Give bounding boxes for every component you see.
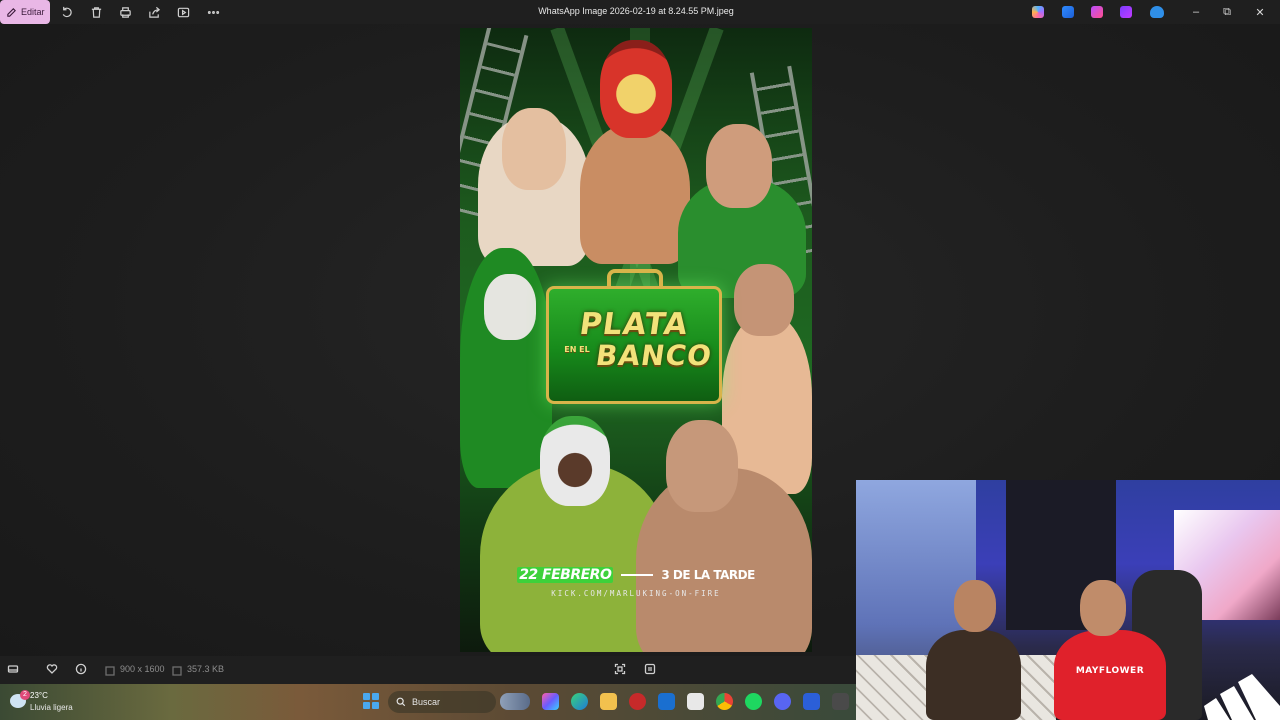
share-button[interactable]	[146, 4, 162, 20]
slideshow-button[interactable]	[175, 4, 191, 20]
luchador-mask	[600, 40, 672, 138]
actual-size-icon	[644, 663, 656, 675]
shirt-print: MAYFLOWER	[1075, 666, 1145, 676]
edit-label: Editar	[21, 7, 45, 17]
close-button[interactable]: ✕	[1251, 3, 1269, 21]
designer-icon[interactable]	[1091, 6, 1103, 18]
taskbar-search[interactable]: Buscar	[388, 691, 496, 713]
weather-temperature: 23°C	[30, 691, 48, 700]
widgets-icon[interactable]	[500, 693, 530, 710]
wrestler-face	[706, 124, 772, 208]
briefcase-handle	[607, 269, 663, 289]
rotate-icon	[62, 6, 72, 17]
webcam-overlay: MAYFLOWER	[856, 480, 1280, 720]
fit-to-window-button[interactable]	[614, 662, 628, 676]
rotate-button[interactable]	[58, 4, 74, 20]
event-url: KICK.COM/MARLUKING-ON-FIRE	[551, 589, 721, 598]
window-title: WhatsApp Image 2026-02-19 at 8.24.55 PM.…	[538, 6, 734, 16]
briefcase-logo: PLATA EN EL BANCO	[546, 269, 722, 404]
restore-button[interactable]: ⧉	[1218, 3, 1236, 21]
edge-icon[interactable]	[571, 693, 588, 710]
search-icon	[396, 697, 406, 707]
start-button[interactable]	[363, 693, 379, 709]
more-icon	[207, 10, 219, 14]
title-bar: Editar WhatsApp Image 2026-02-19 at 8.24…	[0, 0, 1280, 24]
file-size: 357.3 KB	[187, 664, 225, 674]
file-size-icon	[171, 664, 185, 678]
store-icon[interactable]	[687, 693, 704, 710]
favorite-button[interactable]	[46, 662, 60, 676]
word-icon[interactable]	[803, 693, 820, 710]
share-icon	[148, 6, 160, 18]
image-dimensions: 900 x 1600	[120, 664, 165, 674]
divider	[621, 574, 654, 576]
discord-icon[interactable]	[774, 693, 791, 710]
weather-condition: Lluvia ligera	[30, 703, 73, 712]
weather-badge: 2	[20, 690, 30, 700]
edit-button[interactable]: Editar	[0, 0, 50, 24]
wrestler-face	[666, 420, 738, 512]
file-explorer-icon[interactable]	[600, 693, 617, 710]
onedrive-icon[interactable]	[1150, 6, 1164, 18]
outlook-icon[interactable]	[658, 693, 675, 710]
painted-face	[484, 274, 536, 340]
wrestler-top-center	[580, 124, 690, 264]
copilot-icon[interactable]	[1032, 6, 1044, 18]
streamer-left-head	[954, 580, 996, 632]
streamer-left	[926, 630, 1021, 720]
delete-icon	[91, 6, 101, 18]
app-icon-dark[interactable]	[832, 693, 849, 710]
windows-logo-tile	[363, 702, 370, 709]
event-date-row: 22 FEBRERO 3 DE LA TARDE	[460, 564, 812, 586]
search-placeholder: Buscar	[412, 697, 441, 707]
dimensions-icon	[104, 664, 118, 678]
filmstrip-toggle[interactable]	[7, 662, 21, 676]
event-date: 22 FEBRERO	[517, 567, 614, 583]
luchador-mask-white	[540, 416, 610, 506]
filmstrip-icon	[7, 665, 19, 673]
taskbar: 2 23°C Lluvia ligera Buscar	[0, 684, 856, 720]
poster-title-plata: PLATA	[577, 307, 691, 342]
poster-image: PLATA EN EL BANCO 22 FEBRERO 3 DE LA TAR…	[460, 28, 812, 652]
wrestler-face	[502, 108, 566, 190]
copilot-taskbar-icon[interactable]	[542, 693, 559, 710]
print-icon	[119, 6, 131, 18]
brand-stripes-logo	[1204, 674, 1280, 720]
clipchamp-icon[interactable]	[1062, 6, 1074, 18]
print-button[interactable]	[117, 4, 133, 20]
app-icon-red[interactable]	[629, 693, 646, 710]
more-button[interactable]	[205, 4, 221, 20]
fit-icon	[614, 663, 626, 675]
info-button[interactable]	[75, 662, 89, 676]
slideshow-icon	[177, 7, 189, 17]
poster-title-banco: BANCO	[593, 339, 715, 372]
windows-logo-tile	[363, 693, 370, 700]
heart-icon	[46, 664, 58, 674]
weather-widget[interactable]: 2 23°C Lluvia ligera	[6, 688, 86, 716]
windows-logo-tile	[372, 693, 379, 700]
edit-icon	[7, 7, 16, 17]
info-icon	[75, 663, 87, 675]
actual-size-button[interactable]	[644, 662, 658, 676]
chrome-icon[interactable]	[716, 693, 733, 710]
event-time: 3 DE LA TARDE	[661, 568, 755, 582]
windows-logo-tile	[372, 702, 379, 709]
wrestler-face	[734, 264, 794, 336]
streamer-right-head	[1080, 580, 1126, 636]
minimize-button[interactable]: –	[1187, 3, 1205, 21]
status-bar: 900 x 1600 357.3 KB	[0, 656, 856, 684]
spotify-icon[interactable]	[745, 693, 762, 710]
delete-button[interactable]	[88, 4, 104, 20]
clipchamp-video-icon[interactable]	[1120, 6, 1132, 18]
